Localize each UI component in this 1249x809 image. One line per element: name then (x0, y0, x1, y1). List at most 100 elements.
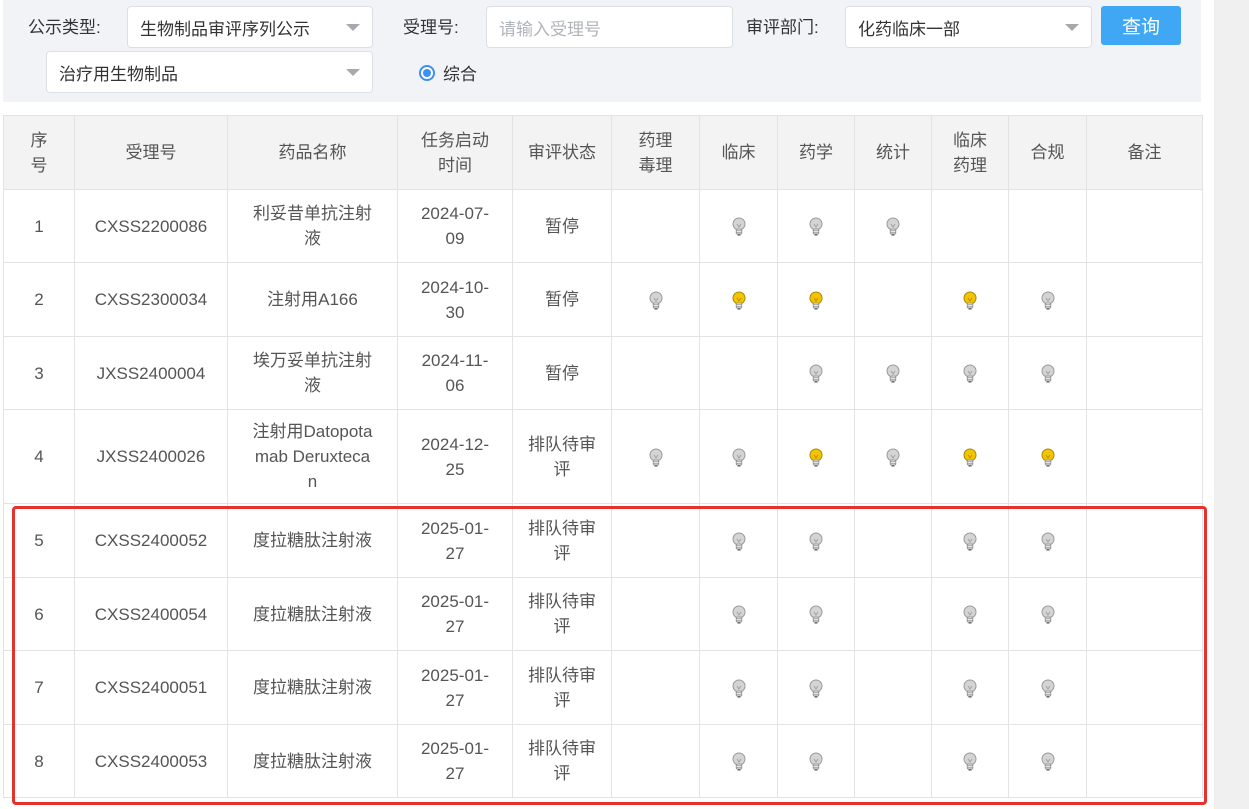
accept-no-label: 受理号: (403, 18, 459, 37)
cell-pharmtox (611, 577, 700, 651)
radio-comprehensive[interactable]: 综合 (419, 60, 477, 85)
cell-remarks (1086, 650, 1203, 725)
lightbulb-icon (809, 291, 823, 310)
cell-clinical (699, 336, 778, 410)
cell-clinical (699, 503, 778, 578)
cell-pharmacy (777, 189, 855, 263)
cell-remarks (1086, 336, 1203, 410)
header-no: 序号 (3, 115, 75, 190)
cell-pharmtox (611, 336, 700, 410)
cell-compliance (1008, 336, 1087, 410)
cell-pharmacy (777, 650, 855, 725)
cell-pharmacy (777, 503, 855, 578)
lightbulb-icon (886, 217, 900, 236)
lightbulb-icon (1041, 605, 1054, 624)
cell-no: 4 (3, 409, 75, 504)
cell-clinical (699, 262, 778, 337)
cell-pharmacy (777, 409, 855, 504)
header-start-time: 任务启动时间 (397, 115, 513, 190)
query-button[interactable]: 查询 (1101, 6, 1181, 45)
cell-remarks (1086, 503, 1203, 578)
radio-selected-icon[interactable] (419, 64, 435, 81)
radio-label: 综合 (443, 65, 477, 84)
chevron-down-icon (1065, 24, 1079, 31)
lightbulb-icon (732, 532, 745, 551)
lightbulb-icon (886, 364, 900, 383)
cell-no: 7 (3, 650, 75, 725)
cell-no: 6 (3, 577, 75, 651)
cell-accept-no: CXSS2400051 (74, 650, 228, 725)
cell-accept-no: CXSS2400053 (74, 724, 228, 798)
cell-pharmtox (611, 189, 700, 263)
cell-no: 5 (3, 503, 75, 578)
table-row: 6 CXSS2400054 度拉糖肽注射液 2025-01-27 排队待审评 (3, 577, 1203, 651)
cell-start-time: 2024-10-30 (397, 262, 513, 337)
cell-clinical (699, 409, 778, 504)
subtype-select[interactable]: 治疗用生物制品 (46, 51, 373, 93)
type-select-value: 生物制品审评序列公示 (140, 19, 310, 39)
cell-status: 排队待审评 (512, 650, 612, 725)
lightbulb-icon (809, 364, 823, 383)
cell-drug-name: 度拉糖肽注射液 (227, 503, 398, 578)
cell-statistics (854, 503, 932, 578)
cell-remarks (1086, 577, 1203, 651)
cell-status: 排队待审评 (512, 409, 612, 504)
cell-start-time: 2025-01-27 (397, 503, 513, 578)
cell-accept-no: CXSS2400054 (74, 577, 228, 651)
cell-clin-pharm (931, 650, 1009, 725)
lightbulb-icon (1041, 679, 1054, 698)
lightbulb-icon (1041, 752, 1054, 771)
cell-no: 1 (3, 189, 75, 263)
header-pharmacy: 药学 (777, 115, 855, 190)
lightbulb-icon (963, 605, 977, 624)
cell-remarks (1086, 189, 1203, 263)
cell-start-time: 2025-01-27 (397, 577, 513, 651)
cell-clinical (699, 650, 778, 725)
table-header-row: 序号 受理号 药品名称 任务启动时间 审评状态 药理毒理 临床 药学 统计 临床… (3, 115, 1203, 190)
cell-drug-name: 度拉糖肽注射液 (227, 724, 398, 798)
header-remarks: 备注 (1086, 115, 1203, 190)
lightbulb-icon (963, 679, 977, 698)
cell-remarks (1086, 724, 1203, 798)
cell-clinical (699, 189, 778, 263)
cell-pharmacy (777, 577, 855, 651)
subtype-select-value: 治疗用生物制品 (59, 64, 178, 84)
dept-select[interactable]: 化药临床一部 (845, 6, 1092, 48)
scrollbar-track[interactable] (1214, 0, 1249, 809)
cell-drug-name: 注射用A166 (227, 262, 398, 337)
lightbulb-icon (1041, 448, 1054, 467)
cell-pharmacy (777, 262, 855, 337)
cell-statistics (854, 336, 932, 410)
type-select[interactable]: 生物制品审评序列公示 (127, 6, 373, 48)
lightbulb-icon (732, 448, 745, 467)
cell-start-time: 2024-11-06 (397, 336, 513, 410)
lightbulb-icon (732, 217, 745, 236)
cell-drug-name: 埃万妥单抗注射液 (227, 336, 398, 410)
table-row: 2 CXSS2300034 注射用A166 2024-10-30 暂停 (3, 262, 1203, 337)
cell-clin-pharm (931, 503, 1009, 578)
review-table: 序号 受理号 药品名称 任务启动时间 审评状态 药理毒理 临床 药学 统计 临床… (3, 115, 1203, 798)
chevron-down-icon (346, 24, 360, 31)
cell-status: 排队待审评 (512, 577, 612, 651)
cell-clin-pharm (931, 262, 1009, 337)
cell-statistics (854, 409, 932, 504)
table-row: 8 CXSS2400053 度拉糖肽注射液 2025-01-27 排队待审评 (3, 724, 1203, 798)
cell-compliance (1008, 503, 1087, 578)
cell-clin-pharm (931, 189, 1009, 263)
cell-start-time: 2024-12-25 (397, 409, 513, 504)
header-pharmtox: 药理毒理 (611, 115, 700, 190)
lightbulb-icon (963, 364, 977, 383)
cell-drug-name: 利妥昔单抗注射液 (227, 189, 398, 263)
cell-accept-no: JXSS2400004 (74, 336, 228, 410)
cell-clin-pharm (931, 409, 1009, 504)
accept-no-input[interactable]: 请输入受理号 (486, 6, 733, 48)
cell-remarks (1086, 409, 1203, 504)
lightbulb-icon (963, 448, 977, 467)
cell-no: 2 (3, 262, 75, 337)
cell-status: 排队待审评 (512, 724, 612, 798)
lightbulb-icon (886, 448, 900, 467)
table-row: 5 CXSS2400052 度拉糖肽注射液 2025-01-27 排队待审评 (3, 503, 1203, 578)
lightbulb-icon (1041, 532, 1054, 551)
lightbulb-icon (732, 291, 745, 310)
cell-pharmtox (611, 724, 700, 798)
